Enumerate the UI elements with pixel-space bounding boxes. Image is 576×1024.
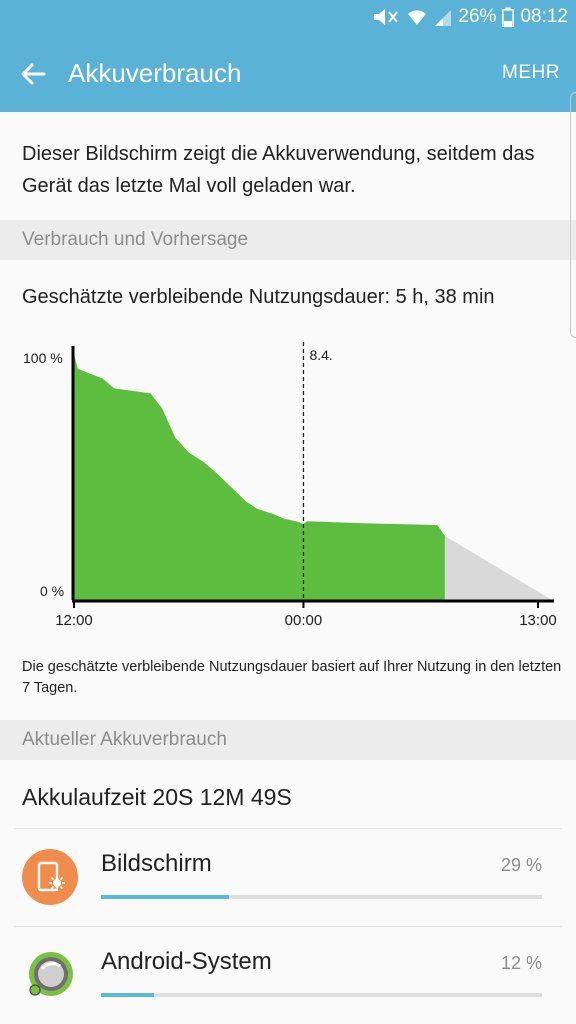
chart-date-marker-label: 8.4. [309,347,332,363]
back-arrow-icon [21,63,46,85]
battery-runtime: Akkulaufzeit 20S 12M 49S [22,784,292,810]
clock: 08:12 [520,6,568,27]
remaining-time-text: Geschätzte verbleibende Nutzungsdauer: 5… [22,286,495,308]
screen-brightness-icon [22,849,78,905]
battery-percent: 26% [458,6,497,27]
battery-icon [502,7,515,27]
back-button[interactable] [14,56,52,92]
chart-x-tick-label: 12:00 [55,612,93,629]
intro-description: Dieser Bildschirm zeigt die Akkuverwendu… [0,112,576,220]
usage-item-bildschirm[interactable]: Bildschirm 29 % [0,830,576,926]
usage-item-percent: 29 % [500,855,542,875]
scroll-indicator [570,92,576,338]
status-icons: 26% 08:12 [372,6,568,28]
battery-chart: 8.4. 100 % 0 % 12:00 00:00 13:00 [23,342,557,629]
signal-icon [435,10,452,26]
chart-y-tick-label: 100 % [23,350,63,366]
chart-usage-area [74,354,445,600]
usage-section: Akkulaufzeit 20S 12M 49S Bildschirm 29 % [0,760,576,1024]
chart-x-tick-label: 13:00 [519,612,557,629]
usage-bar-track [101,993,542,997]
divider [14,828,562,829]
chart-x-tick-label: 00:00 [285,612,323,629]
usage-item-name: Bildschirm [101,850,212,877]
usage-item-percent: 12 % [500,953,542,973]
status-bar: 26% 08:12 [0,0,576,36]
section-header-usage: Aktueller Akkuverbrauch [0,720,576,760]
usage-bar-fill [101,993,154,997]
page-title: Akkuverbrauch [68,58,242,88]
chart-prediction-area [444,536,552,600]
wifi-icon [408,10,427,25]
forecast-section: Geschätzte verbleibende Nutzungsdauer: 5… [0,260,576,720]
usage-item-android-system[interactable]: Android-System 12 % [0,928,576,1024]
chart-y-tick-label: 0 % [40,583,64,599]
mute-icon [374,9,399,25]
app-bar: Akkuverbrauch MEHR [0,36,576,112]
usage-item-name: Android-System [101,948,272,975]
usage-bar-track [101,895,542,899]
section-header-forecast: Verbrauch und Vorhersage [0,220,576,260]
chart-note: Die geschätzte verbleibende Nutzungsdaue… [22,659,562,696]
usage-bar-fill [101,895,229,899]
divider [14,926,562,927]
more-button[interactable]: MEHR [502,62,560,84]
android-system-icon [22,947,78,1003]
